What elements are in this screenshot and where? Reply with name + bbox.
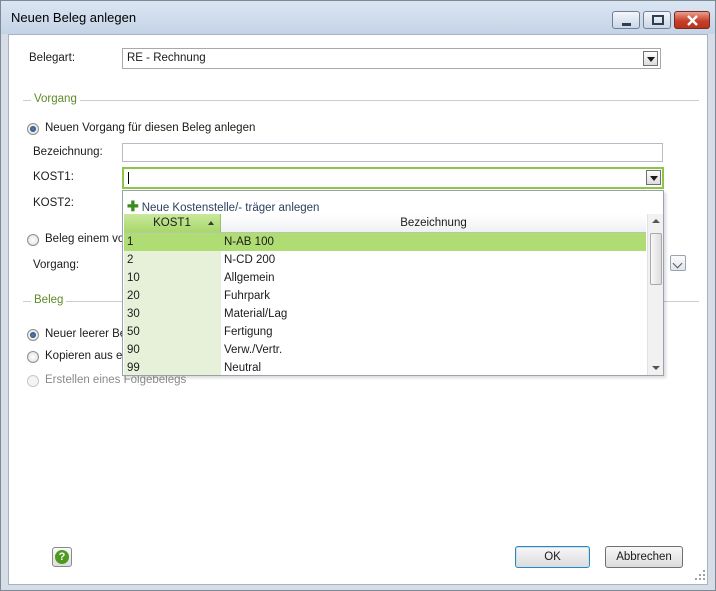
cell-kost: 50	[124, 323, 221, 341]
table-row[interactable]: 99 Neutral	[124, 359, 646, 375]
kost1-select[interactable]	[122, 167, 664, 189]
help-button[interactable]: ?	[52, 547, 72, 567]
section-title-vorgang: Vorgang	[31, 93, 80, 105]
minimize-button[interactable]	[612, 11, 640, 29]
dialog-window: Neuen Beleg anlegen Belegart: RE - Rechn…	[0, 0, 716, 591]
table-row[interactable]: 50 Fertigung	[124, 323, 646, 341]
belegart-label: Belegart:	[29, 52, 76, 64]
resize-grip-icon[interactable]	[695, 570, 707, 582]
dropdown-rows: 1 N-AB 100 2 N-CD 200 10 Allgemein 20 Fuhrpa…	[124, 233, 646, 375]
cell-kost: 90	[124, 341, 221, 359]
kost1-dropdown: ✚ Neue Kostenstelle/- träger anlegen KOST…	[122, 190, 664, 376]
radio-new-vorgang-label: Neuen Vorgang für diesen Beleg anlegen	[45, 122, 256, 134]
title-bar[interactable]: Neuen Beleg anlegen	[1, 1, 715, 34]
cell-bezeichnung: Material/Lag	[224, 308, 288, 320]
table-row[interactable]: 30 Material/Lag	[124, 305, 646, 323]
radio-empty-beleg-label: Neuer leerer Bel	[45, 328, 129, 340]
kost2-label: KOST2:	[33, 197, 74, 209]
cell-kost: 1	[124, 233, 221, 251]
cell-bezeichnung: Verw./Vertr.	[224, 344, 283, 356]
vorgang-label: Vorgang:	[33, 259, 80, 271]
scroll-up-icon[interactable]	[652, 219, 660, 223]
dialog-content: Belegart: RE - Rechnung Vorgang Neuen Vo…	[8, 34, 708, 585]
maximize-button[interactable]	[643, 11, 671, 29]
cell-bezeichnung: N-AB 100	[221, 233, 646, 251]
radio-assign-vorgang-label: Beleg einem vor	[45, 233, 129, 245]
table-row[interactable]: 1 N-AB 100	[124, 233, 646, 251]
cell-kost: 20	[124, 287, 221, 305]
bezeichnung-field[interactable]	[122, 143, 663, 162]
chevron-down-icon[interactable]	[670, 255, 686, 271]
radio-new-vorgang[interactable]	[27, 123, 39, 135]
help-icon: ?	[55, 550, 69, 564]
minimize-icon	[622, 23, 631, 26]
close-button[interactable]	[674, 11, 710, 29]
scroll-thumb[interactable]	[650, 233, 662, 285]
sort-ascending-icon	[208, 221, 214, 225]
column-header-bezeichnung[interactable]: Bezeichnung	[221, 214, 646, 233]
cell-kost: 99	[124, 359, 221, 375]
chevron-down-icon[interactable]	[643, 51, 658, 66]
cell-bezeichnung: Neutral	[224, 362, 262, 374]
cell-bezeichnung: Fertigung	[224, 326, 273, 338]
text-cursor	[128, 172, 129, 184]
cancel-button[interactable]: Abbrechen	[605, 546, 683, 568]
cell-bezeichnung: N-CD 200	[224, 254, 276, 266]
cell-kost: 2	[124, 251, 221, 269]
cell-kost: 30	[124, 305, 221, 323]
cell-bezeichnung: Allgemein	[224, 272, 275, 284]
ok-button[interactable]: OK	[515, 546, 590, 568]
table-row[interactable]: 10 Allgemein	[124, 269, 646, 287]
table-row[interactable]: 90 Verw./Vertr.	[124, 341, 646, 359]
cell-bezeichnung: Fuhrpark	[224, 290, 271, 302]
table-row[interactable]: 2 N-CD 200	[124, 251, 646, 269]
divider	[23, 100, 699, 101]
plus-icon: ✚	[127, 198, 139, 214]
radio-follow-beleg	[27, 375, 39, 387]
dropdown-scrollbar[interactable]	[647, 214, 663, 375]
table-row[interactable]: 20 Fuhrpark	[124, 287, 646, 305]
section-title-beleg: Beleg	[31, 294, 67, 306]
new-cost-center-label: Neue Kostenstelle/- träger anlegen	[141, 202, 320, 214]
column-header-bezeichnung-label: Bezeichnung	[400, 217, 467, 229]
belegart-value: RE - Rechnung	[127, 52, 206, 64]
bezeichnung-label: Bezeichnung:	[33, 146, 103, 158]
window-title: Neuen Beleg anlegen	[11, 10, 137, 25]
maximize-icon	[652, 15, 664, 25]
scroll-down-icon[interactable]	[652, 366, 660, 370]
radio-copy-beleg-label: Kopieren aus ein	[45, 350, 132, 362]
radio-assign-vorgang[interactable]	[27, 234, 39, 246]
column-header-kost1-label: KOST1	[153, 217, 191, 229]
chevron-down-icon[interactable]	[646, 170, 661, 185]
close-icon	[687, 15, 698, 26]
column-header-kost1[interactable]: KOST1	[124, 214, 221, 233]
belegart-select[interactable]: RE - Rechnung	[122, 48, 661, 69]
radio-copy-beleg[interactable]	[27, 351, 39, 363]
radio-empty-beleg[interactable]	[27, 329, 39, 341]
new-cost-center-link[interactable]: ✚ Neue Kostenstelle/- träger anlegen	[127, 198, 319, 215]
cell-kost: 10	[124, 269, 221, 287]
kost1-label: KOST1:	[33, 171, 74, 183]
